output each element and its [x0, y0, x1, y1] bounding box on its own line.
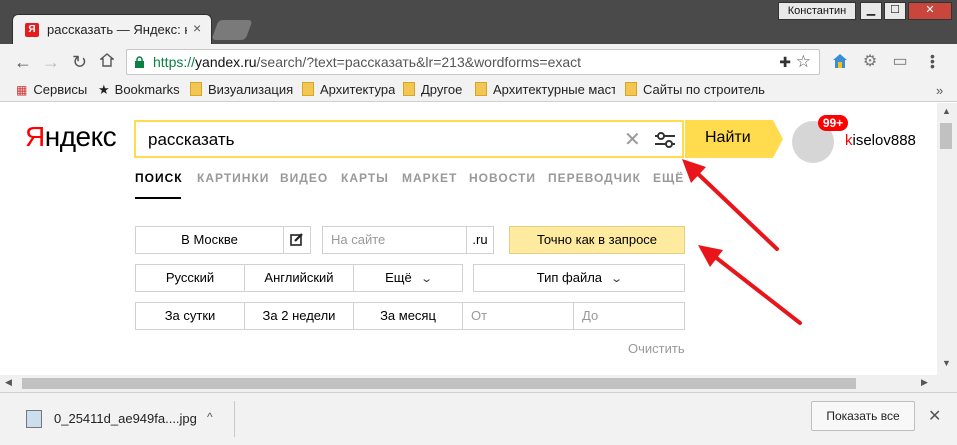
minimize-button[interactable]: ▁ [860, 2, 882, 20]
lang-russian-button[interactable]: Русский [135, 264, 245, 292]
edit-region-button[interactable] [283, 226, 311, 254]
arrow-to-exact-match [698, 245, 802, 325]
downloads-bar: 0_25411d_ae949fa....jpg ^ Показать все ✕ [0, 392, 957, 445]
image-file-icon [26, 410, 42, 428]
bookmarks-more-icon[interactable]: » [936, 83, 943, 98]
extension-screen-icon[interactable]: ▭ [890, 52, 910, 72]
site-input[interactable]: На сайте [322, 226, 467, 254]
scroll-up-icon[interactable]: ▲ [942, 106, 951, 116]
scroll-left-icon[interactable]: ◀ [5, 377, 12, 388]
domain-field[interactable]: .ru [466, 226, 494, 254]
notification-badge[interactable]: 99+ [818, 115, 848, 131]
bookmark-folder-drugoe[interactable]: Другое [403, 82, 462, 97]
close-downloads-icon[interactable]: ✕ [928, 406, 941, 426]
yandex-home-extension-icon[interactable] [830, 52, 850, 72]
scroll-right-icon[interactable]: ▶ [921, 377, 928, 388]
search-input[interactable]: рассказать ✕ [134, 120, 684, 158]
tab-news[interactable]: НОВОСТИ [469, 171, 536, 185]
url-text: https://yandex.ru/search/?text=рассказат… [153, 54, 582, 70]
tab-translator[interactable]: ПЕРЕВОДЧИК [548, 171, 641, 185]
search-settings-icon[interactable] [654, 132, 676, 148]
chevron-down-icon: ⌄ [610, 273, 624, 285]
download-menu-caret-icon[interactable]: ^ [207, 410, 213, 424]
horizontal-scroll-thumb[interactable] [22, 378, 856, 389]
bookmark-folder-vizualizaciya[interactable]: Визуализация [190, 82, 293, 97]
scroll-down-icon[interactable]: ▼ [942, 358, 951, 368]
bookmark-apps[interactable]: ▦ Сервисы [16, 82, 87, 97]
bookmark-bookmarks[interactable]: ★ Bookmarks [98, 82, 180, 98]
tab-more[interactable]: ЕЩЁ [653, 171, 684, 185]
new-tab-button[interactable] [211, 20, 253, 40]
forward-arrow-icon[interactable]: → [42, 52, 60, 72]
close-window-button[interactable]: ✕ [908, 2, 952, 20]
bookmark-star-icon[interactable]: ☆ [796, 52, 811, 72]
find-button[interactable]: Найти [685, 120, 783, 158]
clear-search-icon[interactable]: ✕ [624, 127, 641, 152]
profile-name[interactable]: Константин [778, 2, 856, 20]
horizontal-scrollbar[interactable]: ◀ ▶ [0, 375, 957, 392]
tab-title: рассказать — Яндекс: на [47, 22, 187, 37]
lang-english-button[interactable]: Английский [244, 264, 354, 292]
title-bar: Я рассказать — Яндекс: на × Константин ▁… [0, 0, 957, 44]
date-to-input[interactable]: До [573, 302, 685, 330]
chevron-down-icon: ⌄ [419, 273, 433, 285]
period-two-weeks-button[interactable]: За 2 недели [244, 302, 354, 330]
active-tab-underline [135, 197, 181, 199]
region-field[interactable]: В Москве [135, 226, 284, 254]
extension-gear-icon[interactable]: ⚙ [860, 52, 880, 72]
lang-more-select[interactable]: Ещё ⌄ [353, 264, 463, 292]
tab-search[interactable]: ПОИСК [135, 171, 183, 185]
yandex-logo[interactable]: Яндекс [25, 121, 117, 153]
bookmarks-bar: ▦ Сервисы ★ Bookmarks Визуализация Архитек… [0, 80, 957, 102]
vertical-scroll-thumb[interactable] [940, 123, 952, 149]
address-bar[interactable]: https://yandex.ru/search/?text=рассказат… [126, 49, 820, 75]
tab-close-icon[interactable]: × [193, 20, 201, 36]
page-content: Яндекс рассказать ✕ Найти 99+ kiselov888… [0, 103, 937, 375]
period-day-button[interactable]: За сутки [135, 302, 245, 330]
search-query: рассказать [148, 130, 235, 149]
tab-market[interactable]: МАРКЕТ [402, 171, 457, 185]
arrow-to-settings [682, 159, 779, 251]
username[interactable]: kiselov888 [845, 132, 916, 149]
browser-toolbar: ← → ↻ https://yandex.ru/search/?text=рас… [0, 44, 957, 80]
file-type-select[interactable]: Тип файла ⌄ [473, 264, 685, 292]
home-icon[interactable] [99, 52, 115, 72]
yandex-favicon-icon: Я [25, 23, 39, 37]
back-arrow-icon[interactable]: ← [14, 52, 32, 72]
period-month-button[interactable]: За месяц [353, 302, 463, 330]
bookmark-folder-arh-mastera[interactable]: Архитектурные масте [475, 82, 615, 97]
exact-match-button[interactable]: Точно как в запросе [509, 226, 685, 254]
date-from-input[interactable]: От [462, 302, 574, 330]
bookmark-folder-saity[interactable]: Сайты по строитель [625, 82, 775, 97]
tab-maps[interactable]: КАРТЫ [341, 171, 389, 185]
tab-images[interactable]: КАРТИНКИ [197, 171, 269, 185]
menu-icon[interactable]: • • • [930, 49, 935, 73]
clear-filters-link[interactable]: Очистить [628, 341, 685, 356]
tab-video[interactable]: ВИДЕО [280, 171, 328, 185]
lock-icon [135, 56, 144, 68]
extension-puzzle-icon[interactable]: ✚ [779, 54, 791, 71]
bookmark-folder-arhitektura[interactable]: Архитектура [302, 82, 395, 97]
browser-tab[interactable]: Я рассказать — Яндекс: на × [12, 14, 212, 44]
download-filename[interactable]: 0_25411d_ae949fa....jpg [54, 411, 197, 426]
vertical-scrollbar[interactable]: ▲ ▼ [937, 103, 957, 375]
maximize-button[interactable]: ☐ [884, 2, 906, 20]
reload-icon[interactable]: ↻ [72, 52, 87, 72]
divider [234, 401, 235, 437]
show-all-downloads-button[interactable]: Показать все [811, 401, 915, 431]
